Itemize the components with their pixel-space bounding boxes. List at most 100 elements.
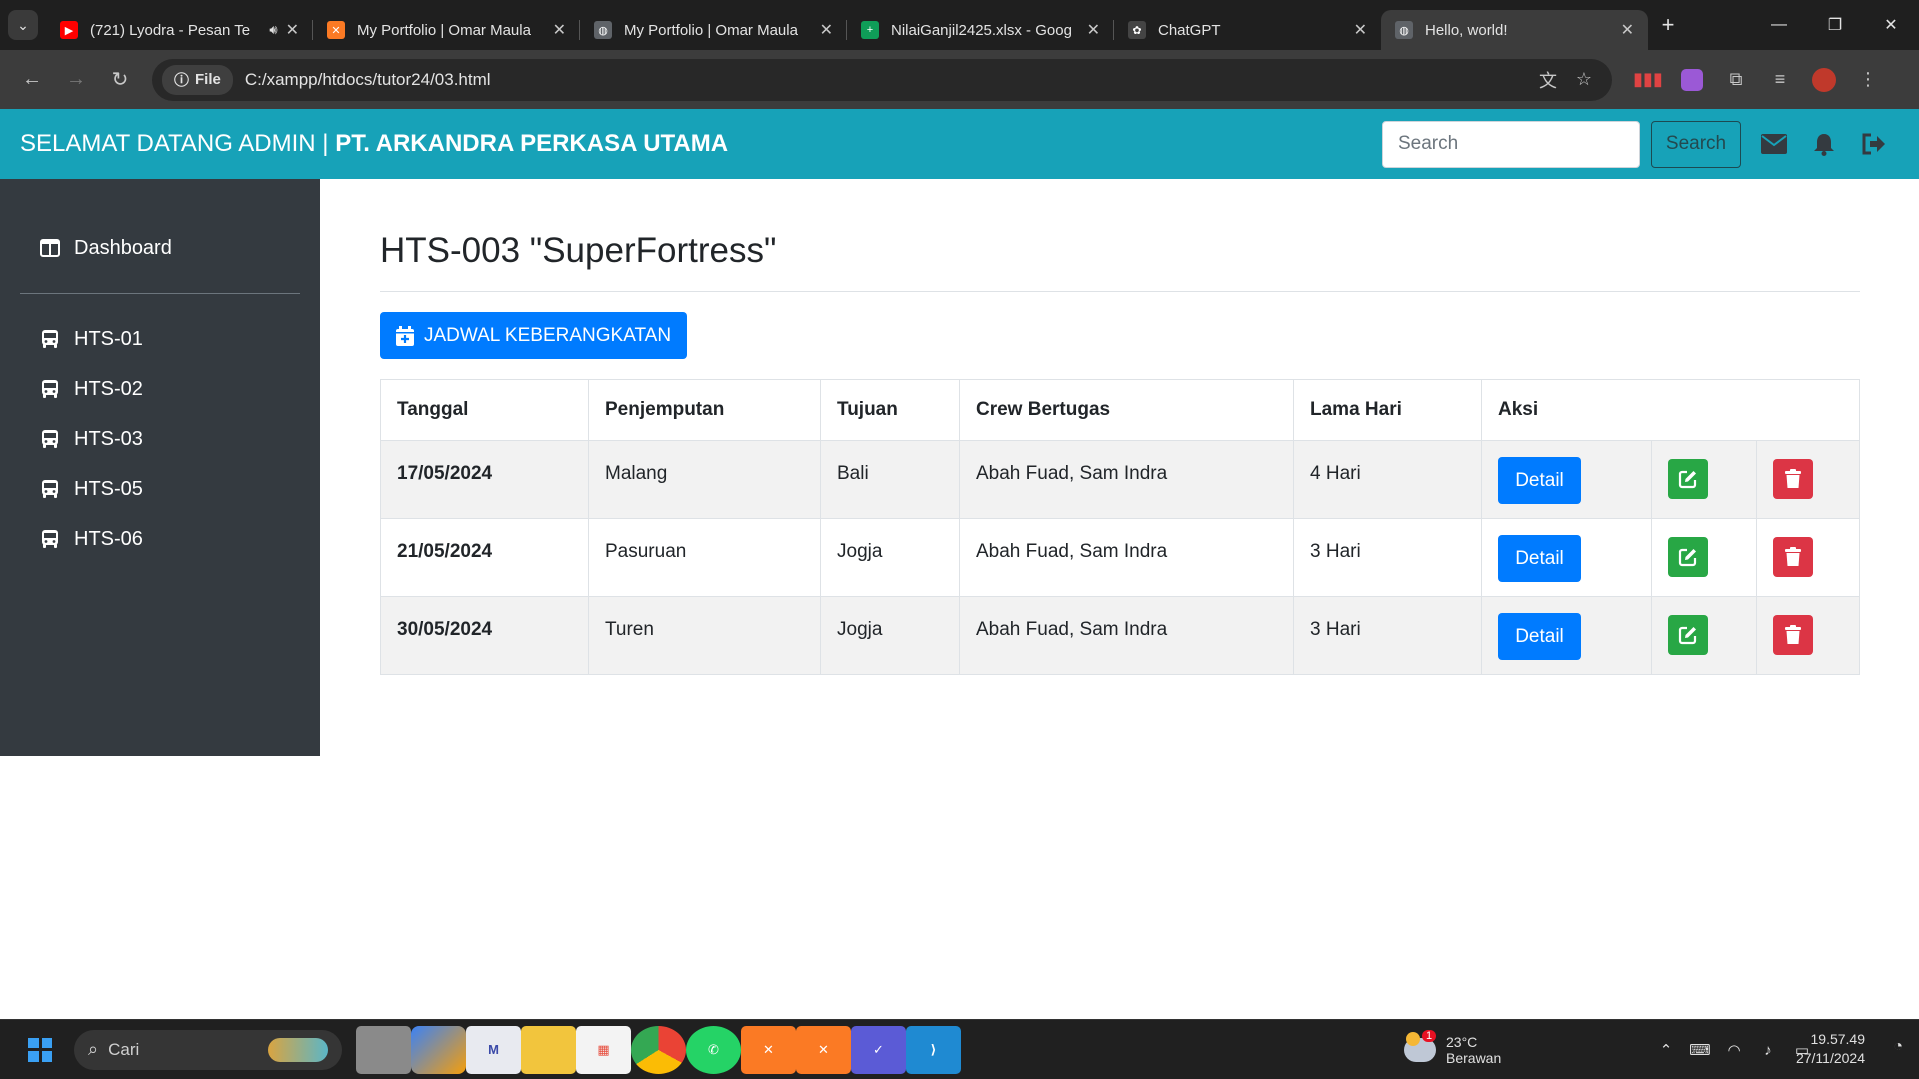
sidebar-item-hts-03[interactable]: HTS-03 <box>0 414 320 464</box>
profile-avatar[interactable] <box>1802 60 1846 100</box>
extension-app-icon[interactable] <box>1670 60 1714 100</box>
media-control-icon[interactable]: ≡ <box>1758 60 1802 100</box>
tab-search-menu[interactable]: ⌄ <box>0 0 46 50</box>
close-tab-icon[interactable]: ✕ <box>1087 20 1100 40</box>
translate-icon[interactable]: 文 <box>1530 67 1566 93</box>
envelope-icon[interactable] <box>1749 134 1799 154</box>
search-button[interactable]: Search <box>1651 120 1741 168</box>
delete-button[interactable] <box>1773 459 1813 499</box>
edit-button[interactable] <box>1668 615 1708 655</box>
close-window-icon[interactable]: ✕ <box>1863 0 1919 50</box>
weather-widget[interactable]: 1 23°C Berawan <box>1404 1020 1501 1079</box>
site-info-chip[interactable]: ⓘ File <box>162 64 233 95</box>
clock-date: 27/11/2024 <box>1795 1050 1865 1066</box>
tab-title: Hello, world! <box>1425 21 1508 39</box>
edit-icon <box>1678 469 1698 489</box>
header-crew: Crew Bertugas <box>959 379 1294 441</box>
app-icon[interactable]: ✓ <box>851 1025 906 1074</box>
weather-desc: Berawan <box>1446 1050 1502 1066</box>
delete-button[interactable] <box>1773 615 1813 655</box>
search-input[interactable] <box>1382 120 1640 168</box>
reload-icon[interactable]: ↻ <box>100 60 140 100</box>
navbar-brand[interactable]: SELAMAT DATANG ADMIN | PT. ARKANDRA PERK… <box>20 130 728 158</box>
ms-store-icon[interactable]: ▦ <box>576 1025 631 1074</box>
weather-temp: 23°C <box>1446 1034 1478 1050</box>
new-tab-button[interactable]: + <box>1648 12 1688 38</box>
taskbar-search[interactable]: ⌕ Cari <box>74 1029 342 1070</box>
cell-crew: Abah Fuad, Sam Indra <box>959 440 1294 519</box>
browser-tab[interactable]: ✕ My Portfolio | Omar Maula ✕ <box>313 10 580 50</box>
browser-tab-strip: ⌄ ▶ (721) Lyodra - Pesan Te 🔊︎ ✕ ✕ My Portfol… <box>0 0 1919 50</box>
copilot-icon[interactable] <box>411 1025 466 1074</box>
sidebar-item-hts-02[interactable]: HTS-02 <box>0 364 320 414</box>
wifi-icon[interactable]: ◠ <box>1717 1041 1751 1059</box>
restore-icon[interactable]: ❐ <box>1807 0 1863 50</box>
whatsapp-icon[interactable]: ✆ <box>686 1025 741 1074</box>
chrome-icon[interactable] <box>631 1025 686 1074</box>
minimize-icon[interactable]: — <box>1751 0 1807 50</box>
system-tray: ⌃ ⌨ ◠ ♪ ▭ <box>1649 1020 1819 1079</box>
puzzle-icon[interactable]: ⧉ <box>1714 60 1758 100</box>
star-icon[interactable]: ☆ <box>1566 69 1602 90</box>
bell-icon[interactable] <box>1799 132 1849 156</box>
speaker-icon[interactable]: 🔊︎ <box>269 22 277 38</box>
table-row: 30/05/2024 Turen Jogja Abah Fuad, Sam Indra… <box>380 596 1860 675</box>
more-menu-icon[interactable]: ⋮ <box>1846 60 1890 100</box>
schedule-table: Tanggal Penjemputan Tujuan Crew Bertugas… <box>380 379 1860 675</box>
audio-extension-icon[interactable]: ▮▮▮ <box>1626 60 1670 100</box>
close-tab-icon[interactable]: ✕ <box>286 20 299 40</box>
trash-icon <box>1784 547 1802 567</box>
xampp-icon: ✕ <box>327 21 345 39</box>
sidebar-item-dashboard[interactable]: Dashboard <box>0 223 320 273</box>
logout-icon[interactable] <box>1849 133 1899 155</box>
address-bar[interactable]: ⓘ File C:/xampp/htdocs/tutor24/03.html 文… <box>152 58 1612 101</box>
close-tab-icon[interactable]: ✕ <box>1354 20 1367 40</box>
schedule-button[interactable]: JADWAL KEBERANGKATAN <box>380 312 688 359</box>
volume-icon[interactable]: ♪ <box>1751 1042 1785 1059</box>
header-lama-hari: Lama Hari <box>1293 379 1482 441</box>
header-tujuan: Tujuan <box>820 379 960 441</box>
edit-button[interactable] <box>1668 459 1708 499</box>
keyboard-icon[interactable]: ⌨ <box>1683 1041 1717 1059</box>
windows-start-icon[interactable] <box>20 1030 60 1070</box>
edit-button[interactable] <box>1668 537 1708 577</box>
file-explorer-icon[interactable] <box>521 1025 576 1074</box>
detail-button[interactable]: Detail <box>1498 613 1581 660</box>
xampp-icon[interactable]: ✕ <box>741 1025 796 1074</box>
close-tab-icon[interactable]: ✕ <box>1621 20 1634 40</box>
close-tab-icon[interactable]: ✕ <box>820 20 833 40</box>
search-highlight-icon <box>268 1037 328 1062</box>
weather-badge: 1 <box>1422 1030 1437 1042</box>
browser-toolbar: ← → ↻ ⓘ File C:/xampp/htdocs/tutor24/03.… <box>0 50 1919 109</box>
calendar-plus-icon <box>396 325 414 346</box>
browser-tab[interactable]: ▶ (721) Lyodra - Pesan Te 🔊︎ ✕ <box>46 10 313 50</box>
close-tab-icon[interactable]: ✕ <box>553 20 566 40</box>
detail-button[interactable]: Detail <box>1498 457 1581 504</box>
table-row: 21/05/2024 Pasuruan Jogja Abah Fuad, Sam In… <box>380 518 1860 597</box>
cell-tanggal: 17/05/2024 <box>380 440 589 519</box>
sidebar-item-hts-01[interactable]: HTS-01 <box>0 314 320 364</box>
browser-tab[interactable]: ✿ ChatGPT ✕ <box>1114 10 1381 50</box>
window-controls: — ❐ ✕ <box>1751 0 1919 50</box>
mail-app-icon[interactable]: M <box>466 1025 521 1074</box>
task-view-icon[interactable] <box>356 1025 411 1074</box>
browser-tab[interactable]: ◍ Hello, world! ✕ <box>1381 10 1648 50</box>
notification-bell-icon[interactable]: ◔ <box>1893 1038 1903 1056</box>
cell-edit <box>1651 440 1757 519</box>
sidebar: Dashboard HTS-01 HTS-02 HTS-03 HTS-05 HTS-06 <box>0 179 320 756</box>
chevron-up-icon[interactable]: ⌃ <box>1649 1041 1683 1059</box>
xampp-control-icon[interactable]: ✕ <box>796 1025 851 1074</box>
sidebar-item-hts-05[interactable]: HTS-05 <box>0 464 320 514</box>
detail-button[interactable]: Detail <box>1498 535 1581 582</box>
sidebar-item-hts-06[interactable]: HTS-06 <box>0 514 320 564</box>
forward-icon[interactable]: → <box>56 60 96 100</box>
back-icon[interactable]: ← <box>12 60 52 100</box>
browser-tab[interactable]: + NilaiGanjil2425.xlsx - Goog ✕ <box>847 10 1114 50</box>
browser-tab[interactable]: ◍ My Portfolio | Omar Maula ✕ <box>580 10 847 50</box>
delete-button[interactable] <box>1773 537 1813 577</box>
chevron-down-icon[interactable]: ⌄ <box>8 10 38 40</box>
sidebar-divider <box>20 293 300 294</box>
clock[interactable]: 19.57.49 27/11/2024 <box>1796 1030 1865 1068</box>
url-text[interactable]: C:/xampp/htdocs/tutor24/03.html <box>245 70 1530 90</box>
vscode-icon[interactable]: ⟩ <box>906 1025 961 1074</box>
